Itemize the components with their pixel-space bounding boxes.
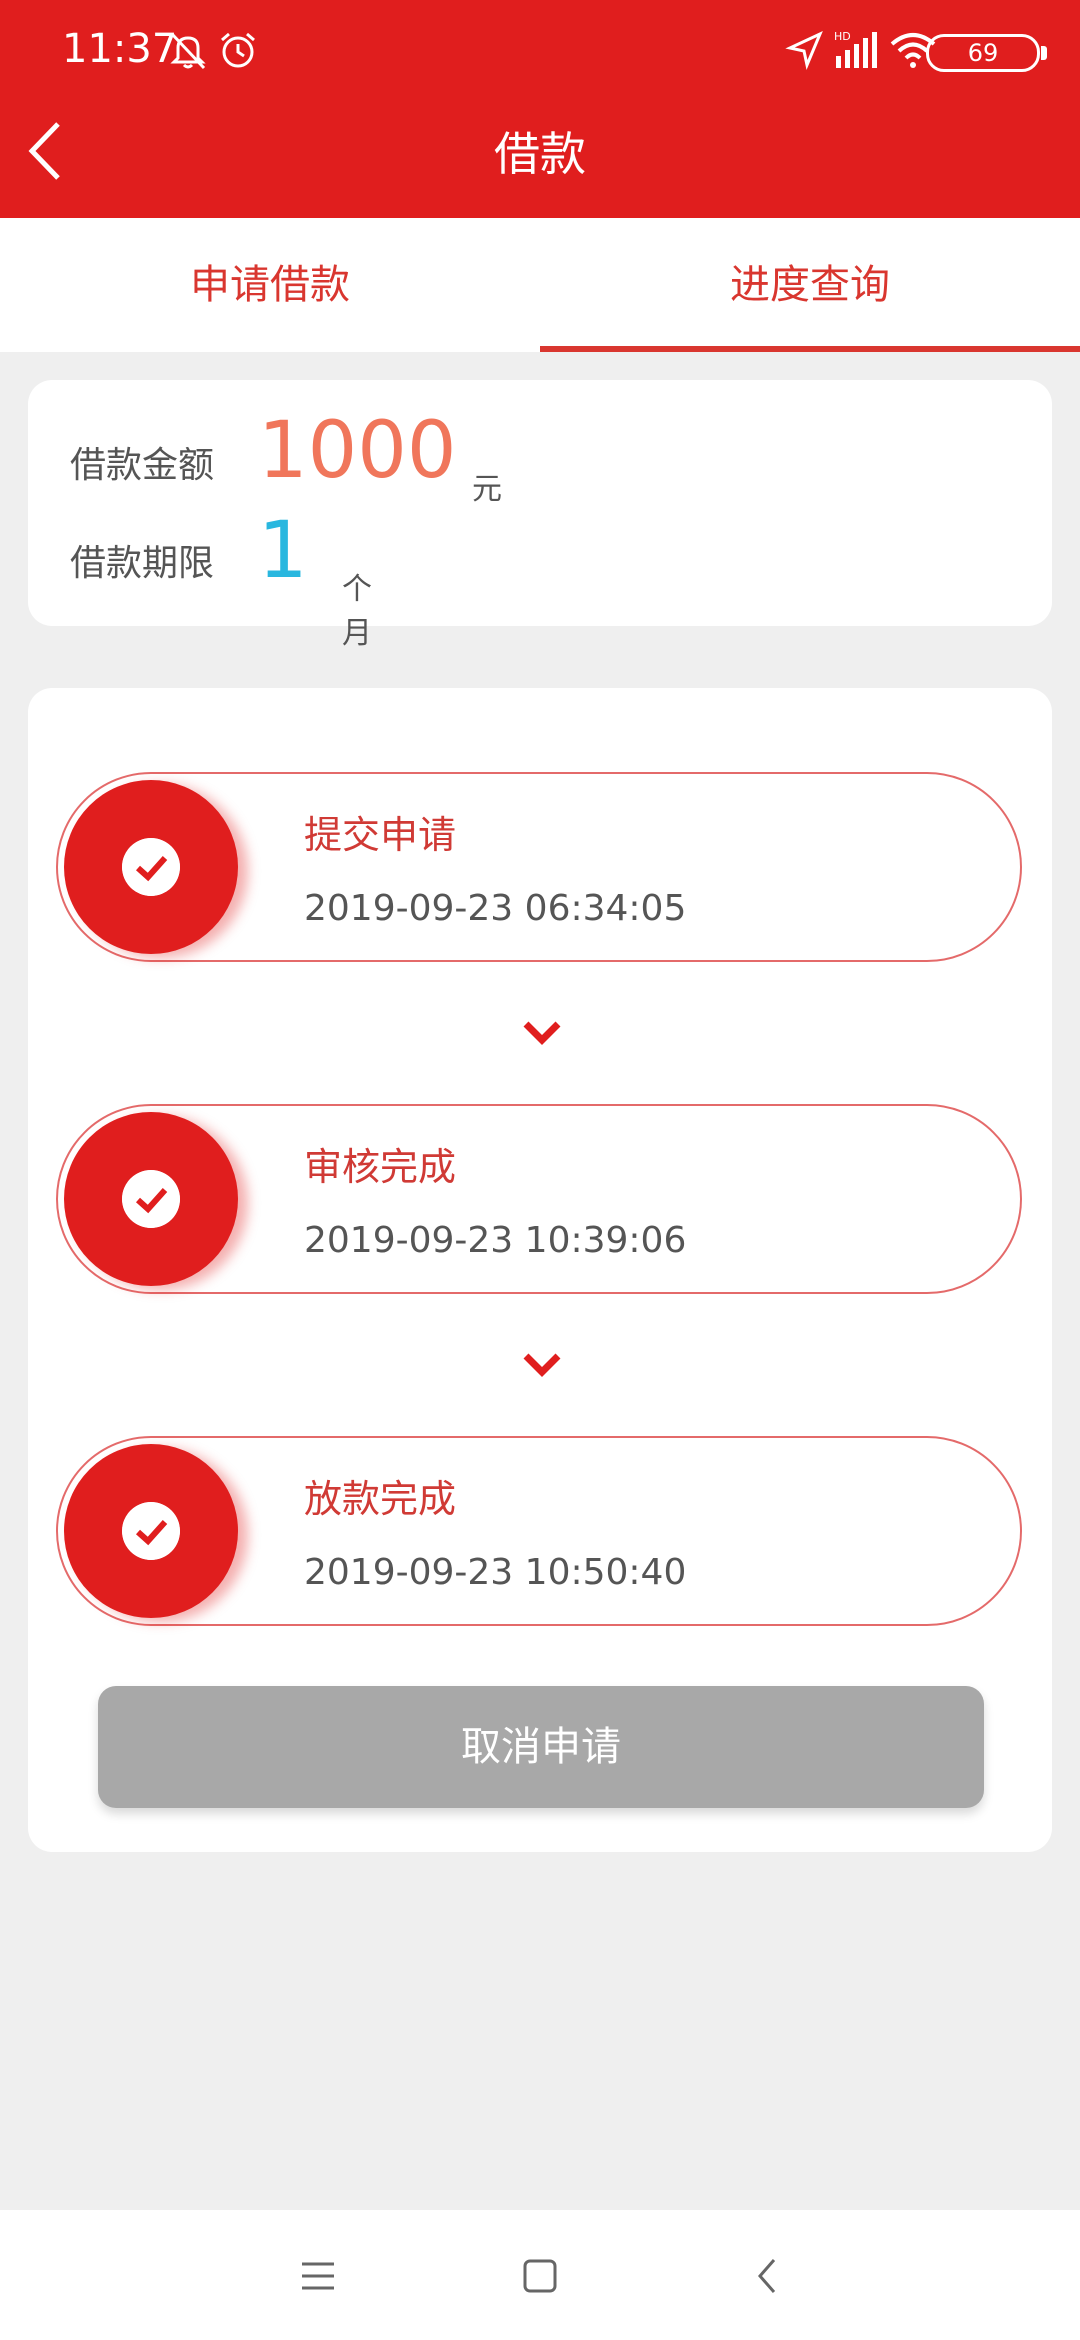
page-title: 借款 (494, 127, 586, 181)
signal-icon: HD (834, 30, 877, 68)
step-title: 提交申请 (304, 813, 457, 857)
nav-back-icon[interactable] (748, 2256, 788, 2296)
battery-icon: 69 (926, 34, 1047, 72)
loan-amount-label: 借款金额 (70, 445, 215, 486)
location-icon (785, 30, 823, 70)
svg-text:HD: HD (834, 30, 851, 43)
step-title: 放款完成 (304, 1477, 457, 1521)
check-icon (122, 838, 180, 896)
tab-bar: 申请借款 进度查询 (0, 218, 1080, 352)
step-time: 2019-09-23 06:34:05 (304, 888, 687, 929)
loan-term-value: 1 (258, 506, 308, 596)
step-status-circle (64, 1112, 238, 1286)
bell-off-icon (170, 32, 206, 70)
progress-step: 提交申请 2019-09-23 06:34:05 (56, 772, 1022, 962)
chevron-down-icon (523, 1353, 561, 1377)
step-title: 审核完成 (304, 1145, 457, 1189)
step-time: 2019-09-23 10:50:40 (304, 1552, 687, 1593)
loan-term-label: 借款期限 (70, 543, 215, 584)
step-time: 2019-09-23 10:39:06 (304, 1220, 687, 1261)
loan-amount-value: 1000 (258, 406, 457, 496)
app-header: 11:37 HD 69 借款 (0, 0, 1080, 218)
battery-level: 69 (967, 39, 999, 67)
loan-term-unit: 个月 (342, 572, 372, 651)
step-status-circle (64, 780, 238, 954)
home-icon[interactable] (520, 2256, 560, 2296)
system-nav-bar (0, 2210, 1080, 2340)
status-bar: 11:37 HD 69 (0, 0, 1080, 100)
chevron-down-icon (523, 1021, 561, 1045)
progress-step: 放款完成 2019-09-23 10:50:40 (56, 1436, 1022, 1626)
tab-apply-loan[interactable]: 申请借款 (0, 218, 540, 352)
cancel-application-button[interactable]: 取消申请 (98, 1686, 984, 1808)
progress-card: 提交申请 2019-09-23 06:34:05 审核完成 2019-09-23… (28, 688, 1052, 1852)
progress-step: 审核完成 2019-09-23 10:39:06 (56, 1104, 1022, 1294)
step-status-circle (64, 1444, 238, 1618)
alarm-icon (221, 32, 255, 68)
check-icon (122, 1170, 180, 1228)
loan-amount-unit: 元 (472, 472, 502, 507)
tab-progress-query[interactable]: 进度查询 (540, 218, 1080, 352)
menu-icon[interactable] (298, 2256, 338, 2296)
status-time: 11:37 (62, 26, 178, 72)
loan-summary-card: 借款金额 1000 元 借款期限 1 个月 (28, 380, 1052, 651)
check-icon (122, 1502, 180, 1560)
